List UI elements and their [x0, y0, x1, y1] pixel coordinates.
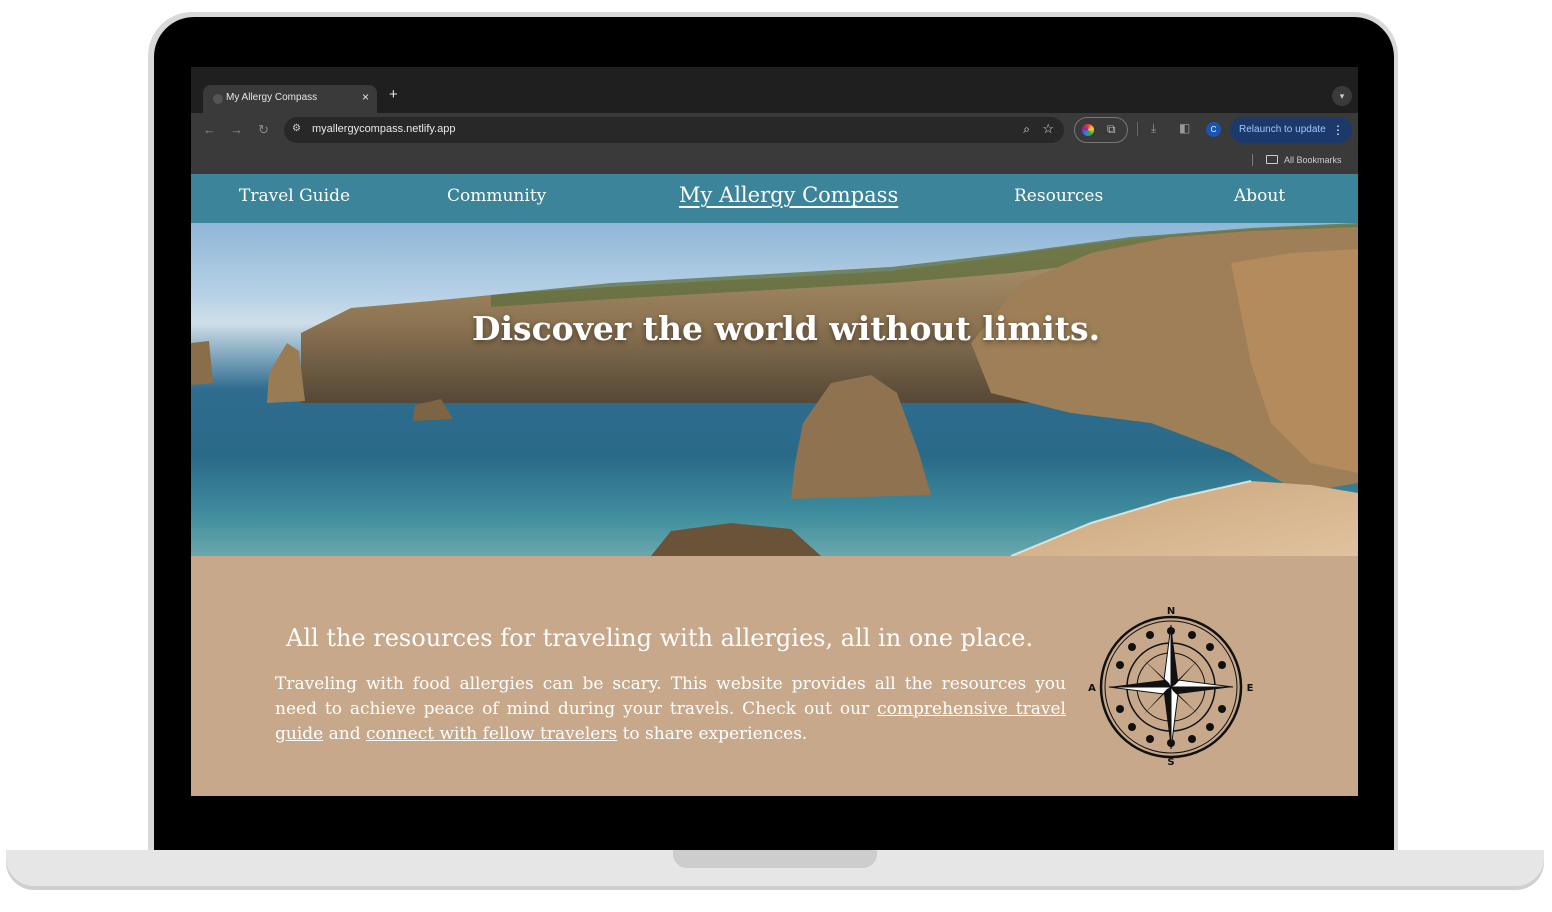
new-tab-button[interactable]: + [389, 86, 398, 103]
zoom-icon[interactable]: ⌕ [1023, 122, 1030, 137]
browser-tab-strip: My Allergy Compass × + ▾ [191, 81, 1358, 113]
reload-icon[interactable]: ↻ [258, 122, 269, 138]
community-link[interactable]: connect with fellow travelers [366, 724, 617, 744]
compass-north-label: N [1167, 606, 1175, 617]
hero-banner: Discover the world without limits. [191, 223, 1358, 556]
all-bookmarks-link[interactable]: All Bookmarks [1284, 155, 1342, 165]
tab-search-icon[interactable]: ▾ [1332, 86, 1352, 106]
favicon-icon [213, 94, 223, 104]
nav-travel-guide[interactable]: Travel Guide [239, 186, 350, 206]
nav-about[interactable]: About [1234, 186, 1285, 206]
color-extension-icon[interactable] [1082, 124, 1094, 136]
compass-east-label: E [1247, 683, 1254, 694]
kebab-menu-icon[interactable]: ⋮ [1332, 117, 1344, 143]
intro-text-middle: and [323, 724, 366, 744]
bookmarks-bar: All Bookmarks [191, 147, 1358, 174]
browser-tab[interactable]: My Allergy Compass × [203, 85, 377, 113]
site-logo-link[interactable]: My Allergy Compass [679, 183, 898, 207]
nav-community[interactable]: Community [447, 186, 546, 206]
url-text[interactable]: myallergycompass.netlify.app [312, 123, 455, 135]
extensions-group: ⧉ [1074, 117, 1128, 143]
browser-toolbar: ← → ↻ ⚙ myallergycompass.netlify.app ⌕ ☆… [191, 113, 1358, 147]
nav-resources[interactable]: Resources [1014, 186, 1103, 206]
intro-paragraph: Traveling with food allergies can be sca… [275, 672, 1066, 747]
laptop-screen: My Allergy Compass × + ▾ ← → ↻ ⚙ myaller… [191, 67, 1358, 796]
toolbar-divider [1137, 122, 1138, 136]
close-tab-icon[interactable]: × [362, 90, 369, 104]
site-navigation: Travel Guide Community My Allergy Compas… [191, 174, 1358, 223]
address-bar[interactable]: ⚙ myallergycompass.netlify.app ⌕ ☆ [284, 117, 1064, 143]
intro-text-end: to share experiences. [617, 724, 808, 744]
compass-west-label: A [1088, 683, 1096, 694]
laptop-notch [673, 850, 877, 868]
back-arrow-icon[interactable]: ← [203, 122, 216, 137]
hero-headline: Discover the world without limits. [471, 309, 1101, 348]
compass-logo-icon: N S E A [1088, 606, 1254, 766]
intro-section: All the resources for traveling with all… [191, 556, 1358, 796]
folder-icon[interactable] [1266, 155, 1278, 164]
side-panel-icon[interactable]: ◧ [1179, 121, 1190, 135]
compass-south-label: S [1167, 757, 1174, 766]
download-icon[interactable]: ⤓ [1151, 121, 1156, 136]
coastline-photo [191, 223, 1358, 556]
forward-arrow-icon[interactable]: → [230, 122, 243, 137]
site-info-icon[interactable]: ⚙ [292, 123, 301, 134]
relaunch-button[interactable]: Relaunch to update ⋮ [1230, 117, 1352, 143]
tab-title: My Allergy Compass [226, 92, 318, 103]
bookmarks-divider [1252, 154, 1253, 166]
bookmark-star-icon[interactable]: ☆ [1042, 121, 1054, 137]
relaunch-label: Relaunch to update [1239, 124, 1326, 135]
puzzle-extensions-icon[interactable]: ⧉ [1107, 122, 1116, 137]
profile-avatar[interactable]: C [1206, 122, 1221, 137]
section-heading: All the resources for traveling with all… [286, 624, 1034, 652]
